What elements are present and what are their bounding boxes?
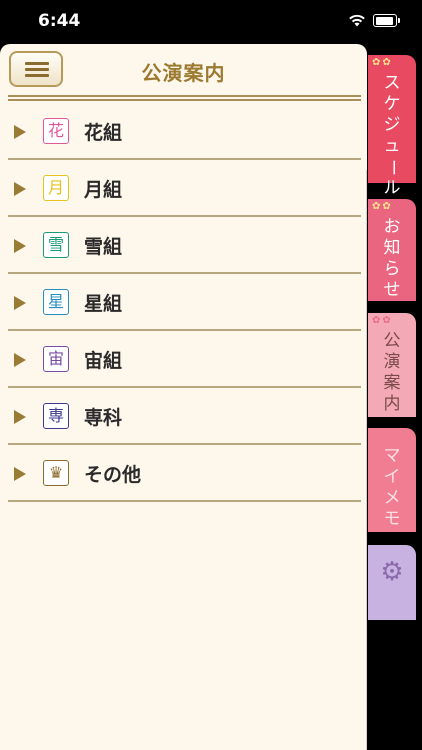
expand-triangle-icon — [14, 125, 26, 139]
expand-triangle-icon — [14, 353, 26, 367]
header: 公演案内 — [0, 44, 367, 96]
tab-memo[interactable]: マイメモマイメモ — [368, 428, 416, 532]
list-item-hoshi[interactable]: 星 星組 — [0, 274, 367, 331]
battery-icon — [373, 14, 400, 27]
list-item-hana[interactable]: 花 花組 — [0, 103, 367, 160]
senka-emblem-icon: 専 — [43, 403, 69, 429]
header-divider — [8, 99, 361, 101]
list-item-senka[interactable]: 専 専科 — [0, 388, 367, 445]
header-divider — [8, 95, 361, 97]
tab-performance-label: 公演案内公演案内 — [383, 331, 401, 414]
tsuki-emblem-icon: 月 — [43, 175, 69, 201]
crown-icon: ♛ — [43, 460, 69, 486]
list-item-yuki[interactable]: 雪 雪組 — [0, 217, 367, 274]
tab-memo-label: マイメモマイメモ — [383, 446, 401, 529]
tab-news[interactable]: ✿✿ お知らせお知らせ — [368, 199, 416, 301]
yuki-emblem-icon: 雪 — [43, 232, 69, 258]
expand-triangle-icon — [14, 467, 26, 481]
page-title: 公演案内 — [141, 61, 226, 85]
expand-triangle-icon — [14, 239, 26, 253]
flower-decoration-icon: ✿✿ — [372, 57, 393, 68]
status-bar: 6:44 — [0, 0, 422, 44]
sora-emblem-icon: 宙 — [43, 346, 69, 372]
list-item-tsuki[interactable]: 月 月組 — [0, 160, 367, 217]
tab-performance[interactable]: ✿✿ 公演案内公演案内 — [368, 313, 416, 417]
flower-decoration-icon: ✿✿ — [372, 315, 393, 326]
list-item-label: 月組 — [84, 179, 123, 201]
list-item-label: 専科 — [84, 407, 123, 429]
tab-news-label: お知らせお知らせ — [383, 217, 401, 300]
gear-icon: ⚙ — [380, 557, 404, 587]
expand-triangle-icon — [14, 296, 26, 310]
tab-schedule-label: スケジュールスケジュール — [382, 73, 403, 198]
list-item-label: 花組 — [84, 122, 123, 144]
list-item-sora[interactable]: 宙 宙組 — [0, 331, 367, 388]
main-panel: 公演案内 花 花組 月 月組 雪 雪組 星 星組 宙 宙組 専 専科 ♛ その他 — [0, 44, 367, 750]
list-item-label: 宙組 — [84, 350, 123, 372]
flower-decoration-icon: ✿✿ — [372, 201, 393, 212]
row-divider — [8, 500, 361, 502]
tab-settings[interactable]: ⚙ — [368, 545, 416, 620]
list-item-other[interactable]: ♛ その他 — [0, 445, 367, 502]
expand-triangle-icon — [14, 410, 26, 424]
wifi-icon — [349, 14, 365, 27]
list-item-label: その他 — [84, 464, 142, 486]
expand-triangle-icon — [14, 182, 26, 196]
list-item-label: 雪組 — [84, 236, 123, 258]
hana-emblem-icon: 花 — [43, 118, 69, 144]
hoshi-emblem-icon: 星 — [43, 289, 69, 315]
list-item-label: 星組 — [84, 293, 123, 315]
status-time: 6:44 — [38, 11, 81, 31]
tab-schedule[interactable]: ✿✿ スケジュールスケジュール — [368, 55, 416, 198]
